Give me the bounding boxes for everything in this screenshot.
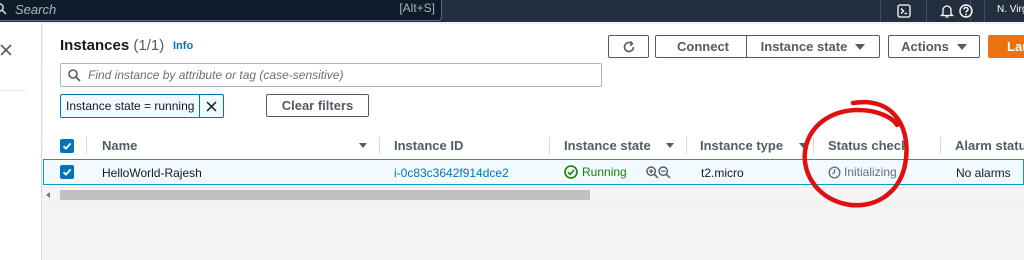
success-check-circle-icon	[564, 165, 578, 179]
cell-status-check: Initializing	[828, 165, 897, 179]
cell-name: HelloWorld-Rajesh	[102, 166, 202, 180]
instance-state-button[interactable]: Instance state	[746, 35, 880, 58]
connect-button[interactable]: Connect	[655, 35, 751, 58]
refresh-icon	[623, 40, 634, 52]
clear-filters-button[interactable]: Clear filters	[266, 94, 369, 117]
sort-caret-icon[interactable]	[666, 143, 674, 148]
column-separator	[813, 137, 814, 154]
help-icon[interactable]	[953, 0, 979, 22]
column-separator	[686, 137, 687, 154]
column-header-instance-id[interactable]: Instance ID	[394, 138, 463, 153]
column-header-status-check[interactable]: Status check	[828, 138, 908, 153]
search-icon	[0, 3, 7, 15]
scrollbar-thumb[interactable]	[60, 190, 590, 200]
column-header-instance-type[interactable]: Instance type	[700, 138, 783, 153]
region-selector[interactable]: N. Virg	[997, 4, 1024, 15]
filter-input[interactable]	[88, 67, 588, 83]
instance-count: (1/1)	[133, 37, 165, 54]
nav-separator	[926, 0, 927, 22]
empty-area	[43, 202, 1024, 260]
cloudshell-icon[interactable]	[891, 0, 917, 22]
info-link[interactable]: Info	[173, 40, 193, 52]
close-icon	[206, 100, 217, 112]
launch-instances-button[interactable]: Launch instances	[988, 35, 1024, 58]
checkmark-icon	[62, 142, 72, 150]
chevron-down-icon	[855, 43, 866, 50]
close-icon[interactable]	[0, 44, 12, 56]
horizontal-scrollbar[interactable]	[43, 187, 1024, 202]
column-separator	[86, 137, 87, 154]
sort-caret-icon[interactable]	[799, 143, 807, 148]
zoom-out-icon[interactable]	[658, 166, 671, 179]
instances-panel: Instances (1/1) Info Connect Instance st…	[43, 24, 1024, 260]
search-shortcut-hint: [Alt+S]	[399, 1, 435, 15]
actions-label: Actions	[901, 39, 949, 54]
filter-token: Instance state = running	[60, 94, 225, 118]
column-header-name[interactable]: Name	[102, 138, 137, 153]
cell-instance-state: Running	[564, 165, 627, 179]
instance-state-text: Running	[582, 165, 627, 179]
select-all-checkbox[interactable]	[60, 139, 74, 153]
nav-separator	[880, 0, 881, 22]
top-nav-bar: [Alt+S] N. Virg	[0, 0, 1024, 22]
row-checkbox[interactable]	[60, 165, 74, 179]
column-separator	[379, 137, 380, 154]
sort-caret-icon[interactable]	[359, 143, 367, 148]
checkmark-icon	[62, 168, 72, 176]
table-row[interactable]: HelloWorld-Rajesh i-0c83c3642f914dce2 Ru…	[43, 159, 1024, 185]
remove-filter-button[interactable]	[199, 95, 223, 117]
global-search-input[interactable]	[15, 1, 355, 17]
status-check-text: Initializing	[844, 165, 897, 179]
cell-alarm-status: No alarms	[956, 166, 1011, 180]
refresh-button[interactable]	[608, 35, 649, 58]
column-header-instance-state[interactable]: Instance state	[564, 138, 651, 153]
instance-state-label: Instance state	[760, 39, 848, 54]
global-search-box[interactable]: [Alt+S]	[0, 0, 442, 21]
page-title-text: Instances	[60, 37, 130, 54]
nav-separator	[984, 0, 985, 22]
side-navigation-panel	[0, 22, 42, 260]
actions-button[interactable]: Actions	[888, 35, 980, 58]
clock-icon	[828, 165, 841, 179]
page-title: Instances (1/1)	[60, 37, 164, 54]
filter-token-label: Instance state = running	[66, 99, 195, 113]
search-icon	[68, 69, 81, 82]
side-panel-divider	[0, 90, 26, 91]
column-header-alarm-status[interactable]: Alarm status	[955, 138, 1024, 153]
column-separator	[549, 137, 550, 154]
table-header: Name Instance ID Instance state Instance…	[43, 131, 1024, 160]
chevron-down-icon	[956, 43, 967, 50]
cell-instance-id-link[interactable]: i-0c83c3642f914dce2	[394, 166, 509, 180]
column-separator	[940, 137, 941, 154]
scroll-left-arrow-icon[interactable]	[46, 192, 50, 198]
cell-instance-type: t2.micro	[701, 166, 744, 180]
filter-box[interactable]	[60, 63, 602, 87]
